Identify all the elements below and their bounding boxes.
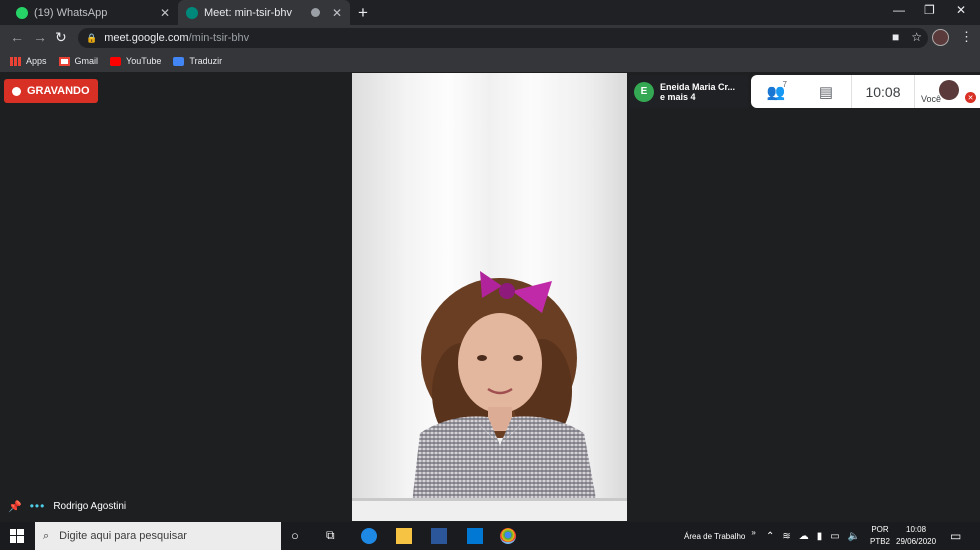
profile-avatar[interactable] (932, 29, 949, 46)
tab-title: Meet: min-tsir-bhv (204, 6, 293, 19)
meeting-clock: 10:08 (851, 75, 915, 108)
language-indicator[interactable]: POR PTB2 (870, 522, 890, 550)
reload-icon[interactable]: ↻ (55, 29, 67, 46)
tab-whatsapp[interactable]: (19) WhatsApp ✕ (8, 0, 178, 25)
expand-toolbar-icon[interactable]: » (751, 528, 755, 537)
bookmark-gmail[interactable]: Gmail (58, 56, 99, 66)
people-button[interactable]: 👥 7 (751, 79, 801, 101)
bookmark-apps[interactable]: Apps (10, 56, 47, 66)
bookmark-label: Apps (26, 56, 47, 66)
notifications-icon[interactable]: ▭ (950, 522, 961, 550)
tab-meet[interactable]: Meet: min-tsir-bhv ✕ (178, 0, 350, 25)
back-icon[interactable]: ← (10, 29, 24, 45)
edge-icon[interactable] (361, 528, 377, 544)
star-icon[interactable]: ☆ (911, 30, 922, 44)
lock-icon: 🔒 (86, 32, 98, 43)
recording-badge: GRAVANDO (4, 79, 98, 103)
chevron-up-icon[interactable]: ⌃ (766, 531, 774, 542)
taskbar-date: 29/06/2020 (896, 537, 937, 546)
people-count: 7 (782, 79, 787, 89)
restore-icon[interactable]: ❐ (924, 3, 935, 17)
meet-stage: GRAVANDO E Eneida Maria Cr... e mais 4 👥… (0, 73, 980, 521)
meet-icon (186, 6, 198, 19)
lang-bottom: PTB2 (870, 537, 891, 546)
video-frame-image (352, 73, 627, 521)
recording-label: GRAVANDO (27, 85, 90, 97)
new-tab-icon[interactable]: + (358, 3, 368, 23)
record-dot-icon (12, 86, 21, 96)
microphone-icon[interactable]: ▮ (817, 531, 823, 542)
participant-avatar: E (634, 81, 654, 102)
bookmark-label: Traduzir (189, 56, 223, 66)
taskbar-time: 10:08 (906, 525, 927, 534)
taskbar-clock[interactable]: 10:08 29/06/2020 (896, 522, 936, 550)
lang-top: POR (871, 525, 889, 534)
browser-tab-strip: (19) WhatsApp ✕ Meet: min-tsir-bhv ✕ + —… (0, 0, 980, 25)
participant-video (352, 73, 627, 521)
url-host: meet.google.com (104, 32, 189, 44)
bookmark-youtube[interactable]: YouTube (110, 56, 161, 66)
word-icon[interactable] (431, 528, 447, 544)
cortana-icon[interactable]: ○ (291, 528, 307, 544)
search-icon: ⌕ (43, 529, 50, 542)
file-explorer-icon[interactable] (396, 528, 412, 544)
participant-more: e mais 4 (660, 91, 696, 102)
task-view-icon[interactable]: ⧉ (326, 528, 342, 544)
close-window-icon[interactable]: ✕ (956, 3, 966, 17)
taskbar-search[interactable]: ⌕ Digite aqui para pesquisar (35, 522, 281, 550)
chat-icon: ▤ (818, 83, 834, 101)
gmail-icon (58, 56, 70, 66)
presenter-name: Rodrigo Agostini (53, 500, 127, 512)
chat-button[interactable]: ▤ (801, 83, 851, 101)
self-label: Você (921, 94, 942, 104)
camera-icon[interactable]: ■ (892, 30, 899, 44)
participant-chip[interactable]: E Eneida Maria Cr... e mais 4 (630, 75, 748, 108)
translate-icon (173, 56, 185, 66)
network-icon[interactable]: ≋ (782, 531, 790, 542)
bookmark-traduzir[interactable]: Traduzir (173, 56, 222, 66)
desktop-toolbar[interactable]: Área de Trabalho » (684, 522, 756, 550)
recording-indicator-icon (310, 8, 320, 17)
desktop-label: Área de Trabalho (684, 531, 746, 541)
close-tab-icon[interactable]: ✕ (332, 6, 342, 20)
participant-name: Eneida Maria Cr... (660, 81, 736, 92)
whatsapp-icon (16, 6, 28, 19)
mic-off-icon: ✕ (965, 92, 976, 103)
battery-icon[interactable]: ▭ (830, 531, 839, 542)
youtube-icon (110, 56, 122, 66)
menu-icon[interactable]: ⋮ (960, 29, 973, 45)
browser-toolbar: ← → ↻ 🔒 meet.google.com/min-tsir-bhv ■ ☆ (0, 25, 980, 50)
close-tab-icon[interactable]: ✕ (160, 6, 170, 20)
presenter-label: 📌 ••• Rodrigo Agostini (8, 499, 126, 513)
tab-title: (19) WhatsApp (34, 6, 108, 19)
meet-top-controls: 👥 7 ▤ 10:08 Você ✕ (751, 75, 980, 108)
bookmark-label: YouTube (126, 56, 162, 66)
apps-grid-icon (10, 56, 21, 66)
bookmark-label: Gmail (74, 56, 99, 66)
bookmarks-bar: Apps Gmail YouTube Traduzir (0, 50, 980, 72)
chrome-icon[interactable] (500, 528, 516, 544)
address-bar[interactable]: 🔒 meet.google.com/min-tsir-bhv ■ ☆ (78, 28, 928, 48)
forward-icon[interactable]: → (33, 29, 47, 45)
search-placeholder: Digite aqui para pesquisar (59, 530, 187, 542)
windows-start-icon[interactable] (10, 529, 24, 543)
pin-icon[interactable]: 📌 (8, 500, 22, 513)
self-avatar[interactable] (939, 80, 959, 100)
system-tray: ⌃ ≋ ☁ ▮ ▭ 🔈 (766, 522, 860, 550)
url-path: /min-tsir-bhv (188, 32, 250, 44)
mail-icon[interactable] (467, 528, 483, 544)
audio-level-icon: ••• (29, 499, 46, 513)
windows-taskbar: ⌕ Digite aqui para pesquisar ○ ⧉ Área de… (0, 522, 980, 550)
minimize-icon[interactable]: — (893, 3, 905, 17)
volume-icon[interactable]: 🔈 (848, 531, 860, 542)
onedrive-icon[interactable]: ☁ (799, 531, 809, 542)
